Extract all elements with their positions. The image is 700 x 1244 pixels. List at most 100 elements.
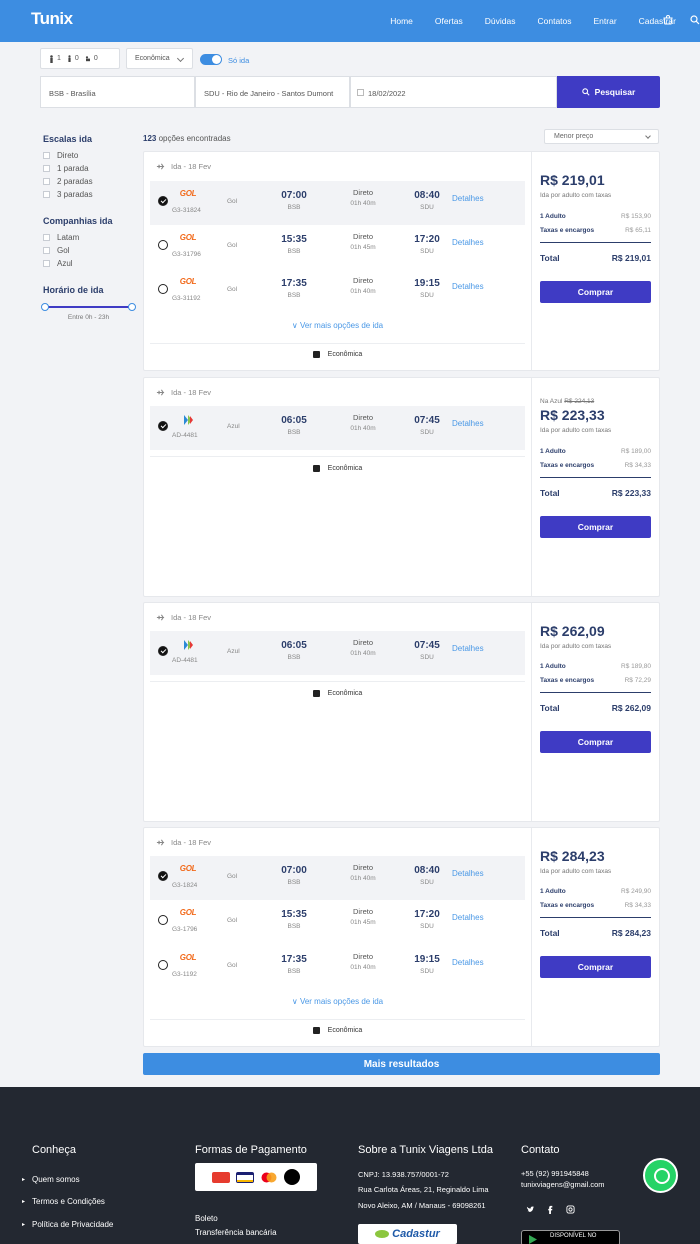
more-options-link[interactable]: ∨ Ver mais opções de ida bbox=[144, 321, 531, 330]
checkbox[interactable] bbox=[43, 191, 50, 198]
flight-radio[interactable] bbox=[158, 960, 168, 970]
duration: 01h 40m bbox=[350, 200, 376, 207]
facebook-icon[interactable] bbox=[546, 1205, 555, 1214]
filter-2-paradas[interactable]: 2 paradas bbox=[43, 177, 93, 186]
plane-icon bbox=[156, 163, 165, 170]
chevron-down-icon: ∨ bbox=[291, 997, 300, 1006]
filter-gol[interactable]: Gol bbox=[43, 246, 69, 255]
flight-option[interactable]: GOL G3-1796 Gol 15:35 BSB Direto 01h 45m… bbox=[150, 900, 525, 944]
total-value: R$ 219,01 bbox=[611, 253, 651, 263]
mastercard-logo bbox=[260, 1172, 278, 1183]
details-link[interactable]: Detalhes bbox=[452, 958, 484, 967]
footer-link-privacidade[interactable]: Política de Privacidade bbox=[22, 1220, 113, 1229]
checkbox[interactable] bbox=[43, 152, 50, 159]
total-label: Total bbox=[540, 703, 560, 713]
time-slider-track[interactable] bbox=[45, 306, 132, 308]
departure-time: 07:00 bbox=[281, 865, 307, 876]
cnpj: CNPJ: 13.938.757/0001-72 bbox=[358, 1170, 449, 1179]
duration: 01h 40m bbox=[350, 650, 376, 657]
cart-icon[interactable] bbox=[663, 15, 673, 25]
azul-logo bbox=[184, 640, 193, 650]
price: R$ 262,09 bbox=[540, 623, 605, 639]
buy-button[interactable]: Comprar bbox=[540, 516, 651, 538]
arrival-airport: SDU bbox=[420, 923, 434, 930]
details-link[interactable]: Detalhes bbox=[452, 644, 484, 653]
checkbox[interactable] bbox=[43, 247, 50, 254]
filter-direto[interactable]: Direto bbox=[43, 151, 78, 160]
price-separator bbox=[540, 477, 651, 478]
contact-email[interactable]: tunixviagens@gmail.com bbox=[521, 1180, 604, 1189]
filter-3-paradas[interactable]: 3 paradas bbox=[43, 190, 93, 199]
time-slider-min-handle[interactable] bbox=[41, 303, 49, 311]
buy-button[interactable]: Comprar bbox=[540, 281, 651, 303]
more-options-link[interactable]: ∨ Ver mais opções de ida bbox=[144, 997, 531, 1006]
details-link[interactable]: Detalhes bbox=[452, 238, 484, 247]
flight-radio[interactable] bbox=[158, 915, 168, 925]
flight-radio-selected[interactable] bbox=[158, 871, 168, 881]
flight-radio-selected[interactable] bbox=[158, 196, 168, 206]
tax-value: R$ 65,11 bbox=[625, 227, 651, 234]
duration: 01h 40m bbox=[350, 875, 376, 882]
nav-ofertas[interactable]: Ofertas bbox=[435, 16, 463, 26]
details-link[interactable]: Detalhes bbox=[452, 419, 484, 428]
buy-button[interactable]: Comprar bbox=[540, 956, 651, 978]
instagram-icon[interactable] bbox=[566, 1205, 575, 1214]
details-link[interactable]: Detalhes bbox=[452, 282, 484, 291]
flight-option[interactable]: GOL G3-31192 Gol 17:35 BSB Direto 01h 40… bbox=[150, 269, 525, 313]
checkbox[interactable] bbox=[43, 178, 50, 185]
whatsapp-icon[interactable] bbox=[643, 1158, 678, 1193]
tunix-logo[interactable]: Tunix bbox=[31, 9, 73, 29]
main-nav: Home Ofertas Dúvidas Contatos Entrar Cad… bbox=[368, 16, 676, 26]
search-button[interactable]: Pesquisar bbox=[557, 76, 660, 108]
arrival-airport: SDU bbox=[420, 654, 434, 661]
flight-radio-selected[interactable] bbox=[158, 646, 168, 656]
nav-entrar[interactable]: Entrar bbox=[594, 16, 617, 26]
passengers-selector[interactable]: 1 0 0 bbox=[40, 48, 120, 69]
sort-select[interactable]: Menor preço bbox=[544, 129, 659, 144]
flight-option[interactable]: GOL G3-31796 Gol 15:35 BSB Direto 01h 45… bbox=[150, 225, 525, 269]
checkbox[interactable] bbox=[43, 165, 50, 172]
footer-link-quem-somos[interactable]: Quem somos bbox=[22, 1175, 79, 1184]
flight-option[interactable]: GOL G3-31824 Gol 07:00 BSB Direto 01h 40… bbox=[150, 181, 525, 225]
nav-contatos[interactable]: Contatos bbox=[537, 16, 571, 26]
flight-option[interactable]: AD-4481 Azul 06:05 BSB Direto 01h 40m 07… bbox=[150, 406, 525, 450]
details-link[interactable]: Detalhes bbox=[452, 194, 484, 203]
card-header: Ida - 18 Fev bbox=[156, 388, 211, 397]
nav-duvidas[interactable]: Dúvidas bbox=[485, 16, 516, 26]
details-link[interactable]: Detalhes bbox=[452, 869, 484, 878]
contact-phone[interactable]: +55 (92) 991945848 bbox=[521, 1169, 589, 1178]
children-value: 0 bbox=[74, 55, 79, 62]
filter-latam[interactable]: Latam bbox=[43, 233, 79, 242]
flight-radio[interactable] bbox=[158, 240, 168, 250]
filter-azul[interactable]: Azul bbox=[43, 259, 73, 268]
nav-home[interactable]: Home bbox=[390, 16, 413, 26]
adult-price-line: 1 Adulto R$ 249,90 bbox=[540, 888, 651, 895]
tax-label: Taxas e encargos bbox=[540, 462, 595, 469]
tax-label: Taxas e encargos bbox=[540, 227, 595, 234]
destination-input[interactable]: SDU - Rio de Janeiro - Santos Dumont bbox=[195, 76, 350, 108]
checkbox[interactable] bbox=[43, 234, 50, 241]
twitter-icon[interactable] bbox=[526, 1205, 535, 1214]
date-input[interactable]: 18/02/2022 bbox=[350, 76, 557, 108]
one-way-toggle[interactable] bbox=[200, 54, 222, 65]
departure-airport: BSB bbox=[287, 292, 301, 299]
gol-logo: GOL bbox=[179, 233, 197, 242]
filter-1-parada[interactable]: 1 parada bbox=[43, 164, 89, 173]
buy-button[interactable]: Comprar bbox=[540, 731, 651, 753]
flight-option[interactable]: GOL G3-1824 Gol 07:00 BSB Direto 01h 40m… bbox=[150, 856, 525, 900]
origin-input[interactable]: BSB - Brasília bbox=[40, 76, 195, 108]
time-slider-max-handle[interactable] bbox=[128, 303, 136, 311]
checkbox[interactable] bbox=[43, 260, 50, 267]
search-icon[interactable] bbox=[690, 15, 700, 25]
cabin-class: Econômica bbox=[144, 465, 531, 472]
flight-radio[interactable] bbox=[158, 284, 168, 294]
more-results-button[interactable]: Mais resultados bbox=[143, 1053, 660, 1075]
cabin-select[interactable]: Econômica bbox=[126, 48, 193, 69]
footer-link-termos[interactable]: Termos e Condições bbox=[22, 1197, 105, 1206]
flight-option[interactable]: AD-4481 Azul 06:05 BSB Direto 01h 40m 07… bbox=[150, 631, 525, 675]
flight-option[interactable]: GOL G3-1192 Gol 17:35 BSB Direto 01h 40m… bbox=[150, 945, 525, 989]
details-link[interactable]: Detalhes bbox=[452, 913, 484, 922]
google-play-badge[interactable]: DISPONÍVEL NO bbox=[521, 1230, 620, 1244]
arrival-time: 07:45 bbox=[414, 415, 440, 426]
flight-radio-selected[interactable] bbox=[158, 421, 168, 431]
